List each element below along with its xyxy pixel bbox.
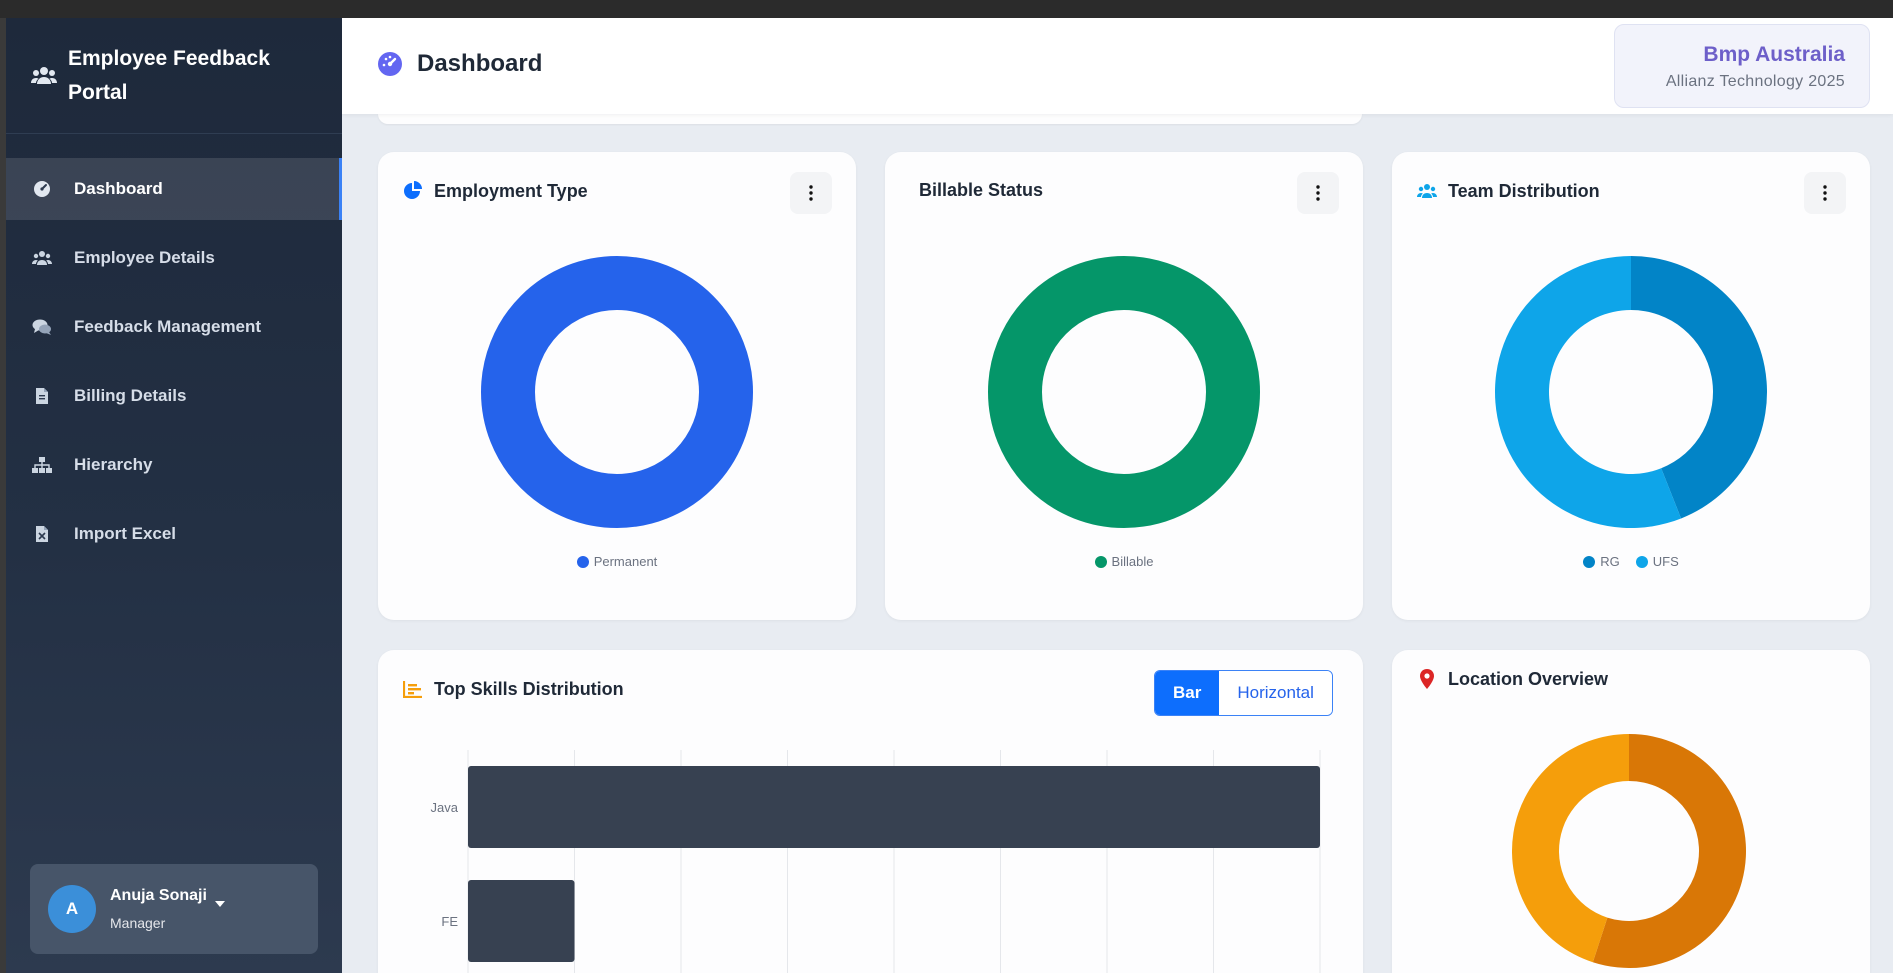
kebab-menu-icon — [809, 185, 813, 201]
page-title-group: Dashboard — [377, 50, 542, 78]
card-menu-button[interactable] — [1804, 172, 1846, 214]
employment-type-card: Employment Type Permanent — [378, 152, 856, 620]
bar-toggle-button[interactable]: Bar — [1155, 671, 1220, 715]
sidebar-item-billing-details[interactable]: Billing Details — [6, 365, 342, 427]
team-distribution-card: Team Distribution RG UFS — [1392, 152, 1870, 620]
skills-bar-chart: Java FE — [431, 750, 1321, 973]
chart-legend: RG UFS — [1392, 554, 1870, 569]
card-title: Billable Status — [919, 180, 1044, 200]
legend-label: UFS — [1652, 554, 1679, 569]
legend-label: RG — [1600, 554, 1620, 569]
chart-legend: Billable — [885, 554, 1363, 569]
legend-item[interactable]: Billable — [1094, 554, 1154, 569]
category-label: Java — [431, 800, 459, 815]
os-taskbar — [0, 0, 1893, 18]
bar[interactable] — [468, 880, 575, 962]
bar[interactable] — [468, 766, 1320, 848]
bar-chart-icon — [402, 678, 424, 700]
legend-item[interactable]: Permanent — [576, 554, 658, 569]
legend-swatch — [576, 555, 589, 568]
sidebar-item-label: Hierarchy — [74, 455, 153, 474]
card-menu-button[interactable] — [1297, 172, 1339, 214]
card-header: Billable Status — [919, 180, 1043, 201]
chevron-down-icon — [214, 901, 225, 907]
kebab-menu-icon — [1823, 185, 1827, 201]
location-donut-chart — [1512, 734, 1746, 968]
company-subtitle: Allianz Technology 2025 — [1665, 73, 1845, 90]
donut-slice[interactable] — [988, 256, 1260, 528]
team-donut-chart — [1495, 256, 1767, 528]
card-header: Team Distribution — [1416, 180, 1600, 202]
chart-orientation-toggle: Bar Horizontal — [1154, 670, 1333, 716]
kebab-menu-icon — [1316, 185, 1320, 201]
card-header: Top Skills Distribution — [402, 678, 624, 700]
card-header: Location Overview — [1416, 668, 1608, 690]
billable-status-card: Billable Status Billable — [885, 152, 1363, 620]
horizontal-toggle-button[interactable]: Horizontal — [1219, 671, 1332, 715]
location-overview-card: Location Overview — [1392, 650, 1870, 973]
sidebar-item-employee-details[interactable]: Employee Details — [6, 227, 342, 289]
sidebar-item-label: Feedback Management — [74, 317, 262, 336]
invoice-icon — [32, 386, 52, 406]
users-icon — [30, 62, 58, 90]
main-content: Dashboard Bmp Australia Allianz Technolo… — [342, 18, 1893, 973]
legend-item[interactable]: UFS — [1635, 554, 1679, 569]
gauge-icon — [377, 51, 403, 77]
company-badge: Bmp Australia Allianz Technology 2025 — [1614, 24, 1870, 108]
sidebar-item-label: Billing Details — [74, 386, 187, 405]
map-pin-icon — [1416, 668, 1438, 690]
comments-icon — [32, 317, 52, 337]
sidebar-item-feedback-management[interactable]: Feedback Management — [6, 296, 342, 358]
legend-label: Permanent — [593, 554, 658, 569]
top-skills-card: Top Skills Distribution Bar Horizontal J… — [378, 650, 1363, 973]
page-title: Dashboard — [417, 50, 543, 77]
sidebar: Employee Feedback Portal Dashboard Emplo… — [6, 18, 342, 973]
users-icon — [1416, 180, 1438, 202]
employment-donut-chart — [481, 256, 753, 528]
pie-chart-icon — [402, 180, 424, 202]
company-name: Bmp Australia — [1703, 43, 1845, 66]
user-role: Manager — [110, 915, 166, 931]
previous-card-edge — [378, 114, 1362, 124]
card-title: Location Overview — [1448, 668, 1609, 689]
legend-item[interactable]: RG — [1583, 554, 1620, 569]
card-menu-button[interactable] — [790, 172, 832, 214]
card-title: Employment Type — [434, 180, 588, 201]
sidebar-item-label: Dashboard — [74, 179, 163, 198]
legend-label: Billable — [1111, 554, 1154, 569]
sidebar-nav: Dashboard Employee Details Feedback Mana… — [6, 158, 342, 565]
user-info: Anuja Sonaji Manager — [110, 887, 207, 931]
legend-swatch — [1583, 555, 1596, 568]
avatar: A — [48, 885, 96, 933]
app-title: Employee Feedback Portal — [68, 46, 270, 104]
chart-legend: Permanent — [378, 554, 856, 569]
user-profile-menu[interactable]: A Anuja Sonaji Manager — [30, 864, 318, 954]
donut-slice[interactable] — [481, 256, 753, 528]
card-title: Top Skills Distribution — [434, 678, 624, 699]
sitemap-icon — [32, 455, 52, 475]
header: Dashboard Bmp Australia Allianz Technolo… — [342, 18, 1893, 114]
card-title: Team Distribution — [1448, 180, 1600, 201]
billable-donut-chart — [988, 256, 1260, 528]
sidebar-item-label: Import Excel — [74, 524, 177, 543]
sidebar-item-import-excel[interactable]: Import Excel — [6, 503, 342, 565]
sidebar-item-dashboard[interactable]: Dashboard — [6, 158, 342, 220]
sidebar-item-label: Employee Details — [74, 248, 215, 267]
legend-swatch — [1094, 555, 1107, 568]
users-icon — [32, 248, 52, 268]
category-label: FE — [441, 914, 458, 929]
sidebar-item-hierarchy[interactable]: Hierarchy — [6, 434, 342, 496]
brand: Employee Feedback Portal — [6, 18, 342, 134]
excel-file-icon — [32, 524, 52, 544]
gauge-icon — [32, 179, 52, 199]
user-name: Anuja Sonaji — [110, 887, 207, 904]
legend-swatch — [1635, 555, 1648, 568]
card-header: Employment Type — [402, 180, 588, 202]
